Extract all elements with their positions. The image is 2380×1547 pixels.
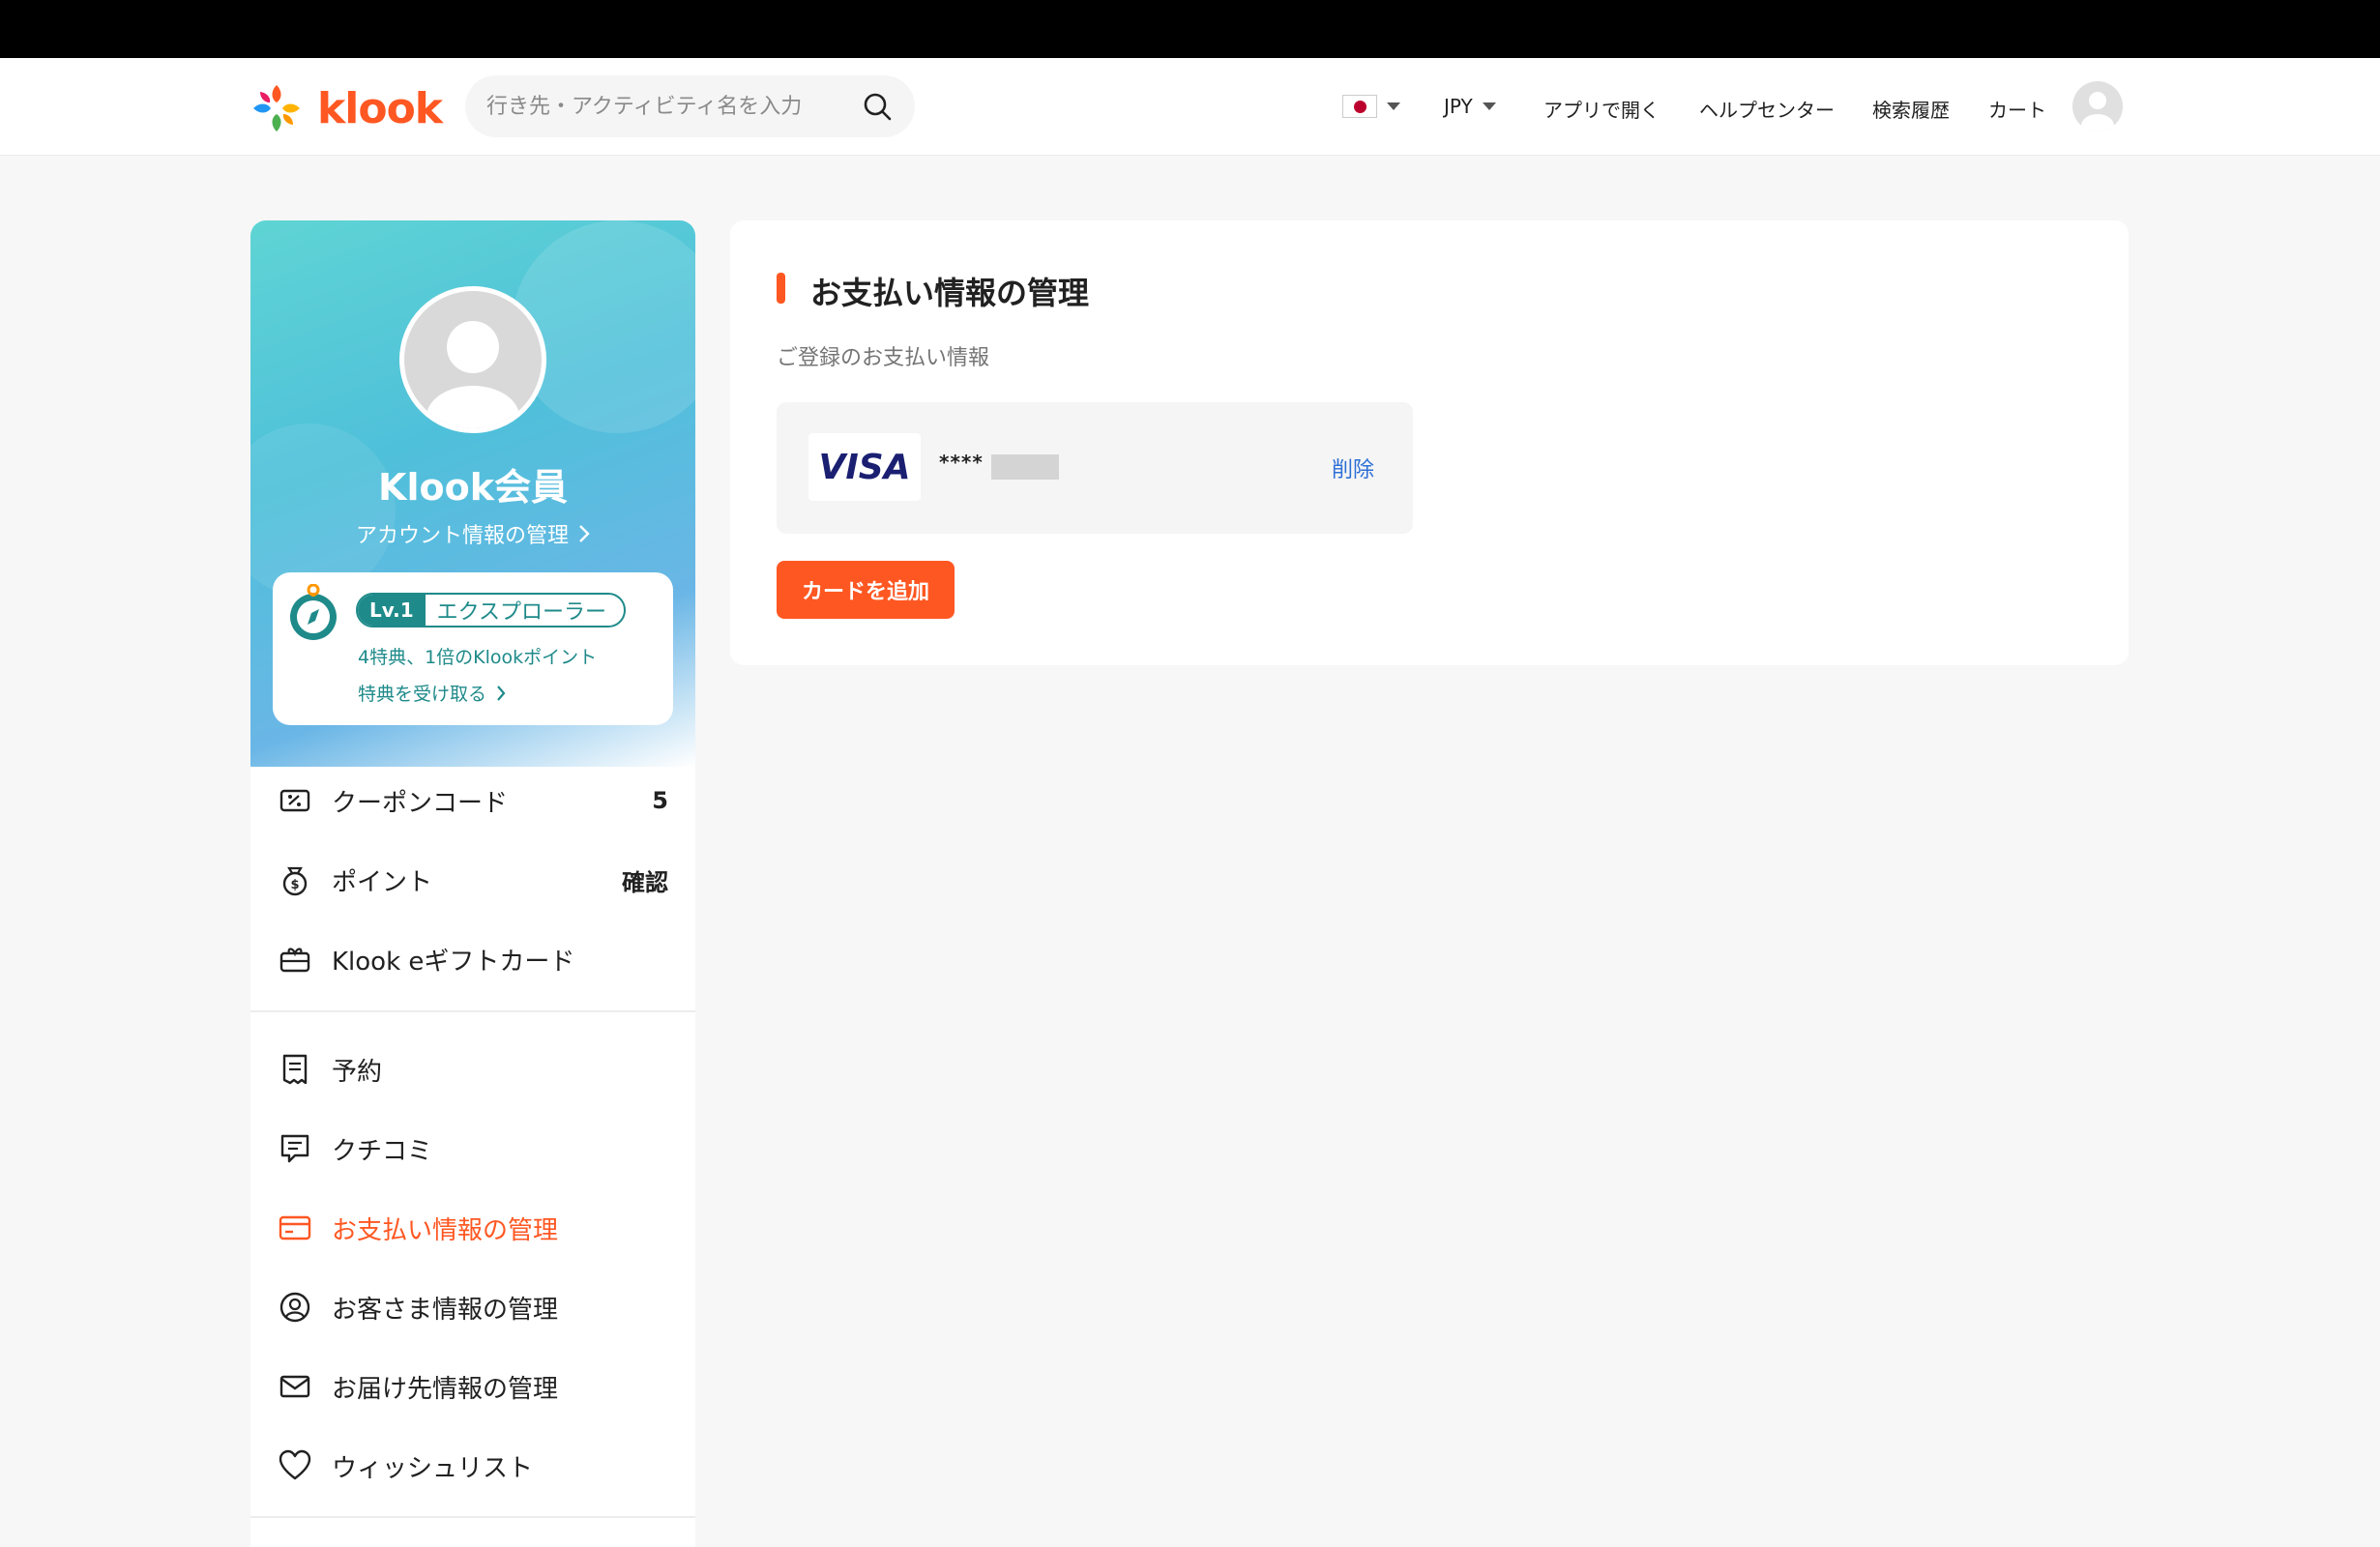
sidebar-item-label: お客さま情報の管理	[332, 1295, 559, 1325]
sidebar-item-label: 予約	[332, 1057, 383, 1087]
profile-avatar[interactable]	[399, 286, 546, 433]
sidebar-item-label: クーポンコード	[332, 788, 509, 818]
user-avatar[interactable]	[2072, 81, 2123, 131]
sidebar-item-delivery-info[interactable]: お届け先情報の管理	[250, 1357, 695, 1416]
visa-brand-text: VISA	[818, 448, 910, 486]
account-sidebar: Klook会員 アカウント情報の管理 Lv.1 エクスプローラー 4特典、1倍の…	[250, 220, 695, 1547]
points-icon: $	[282, 866, 308, 896]
level-pill: Lv.1 エクスプローラー	[356, 593, 627, 628]
gift-card-icon	[279, 948, 310, 973]
site-header: klook JPY アプリで開く ヘルプセンター 検索履歴 カート	[0, 58, 2380, 156]
sidebar-item-customer-info[interactable]: お客さま情報の管理	[250, 1278, 695, 1336]
page-title: お支払い情報の管理	[810, 275, 1090, 311]
sidebar-item-coupon[interactable]: クーポンコード 5	[250, 772, 695, 830]
chevron-right-icon	[579, 525, 590, 542]
visa-logo: VISA	[808, 433, 921, 501]
points-check-link[interactable]: 確認	[622, 863, 668, 897]
cart-link[interactable]: カート	[1988, 95, 2046, 123]
sidebar-item-label: Klook eギフトカード	[332, 947, 575, 977]
sidebar-item-label: ウィッシュリスト	[332, 1453, 534, 1483]
card-number: ****	[939, 451, 984, 474]
search-bar[interactable]	[465, 75, 915, 137]
chevron-right-icon	[497, 685, 506, 701]
title-accent-bar	[777, 273, 785, 304]
search-history-link[interactable]: 検索履歴	[1872, 95, 1950, 123]
user-icon	[279, 1292, 310, 1323]
level-number: Lv.1	[358, 595, 426, 626]
booking-icon	[282, 1054, 308, 1085]
sidebar-item-label: ポイント	[332, 867, 433, 897]
help-center-link[interactable]: ヘルプセンター	[1699, 95, 1835, 123]
chevron-down-icon	[1387, 102, 1400, 110]
add-card-button[interactable]: カードを追加	[777, 561, 955, 619]
level-name: エクスプローラー	[436, 600, 607, 625]
japan-flag-icon	[1342, 95, 1377, 118]
sidebar-item-label: お届け先情報の管理	[332, 1374, 559, 1404]
brand-name: klook	[317, 83, 443, 133]
mail-icon	[279, 1375, 310, 1398]
browser-top-bar	[0, 0, 2380, 58]
coupon-icon	[279, 789, 310, 812]
coupon-count-badge: 5	[652, 787, 668, 814]
profile-avatar-icon	[426, 321, 519, 428]
card-number-mask	[991, 454, 1059, 480]
saved-card-row: VISA **** 削除	[777, 402, 1413, 534]
sidebar-divider	[250, 1010, 695, 1012]
heart-icon	[279, 1449, 311, 1480]
sidebar-divider	[250, 1516, 695, 1518]
payment-card-icon	[279, 1215, 311, 1241]
claim-benefits-label: 特典を受け取る	[358, 684, 487, 705]
payment-info-panel: お支払い情報の管理 ご登録のお支払い情報 VISA **** 削除 カードを追加	[730, 220, 2129, 665]
currency-selector[interactable]: JPY	[1444, 95, 1496, 118]
membership-level-card[interactable]: Lv.1 エクスプローラー 4特典、1倍のKlookポイント 特典を受け取る	[273, 572, 673, 725]
profile-card: Klook会員 アカウント情報の管理 Lv.1 エクスプローラー 4特典、1倍の…	[250, 220, 695, 767]
user-avatar-icon	[2081, 92, 2114, 131]
claim-benefits-link[interactable]: 特典を受け取る	[358, 680, 506, 706]
sidebar-item-gift-card[interactable]: Klook eギフトカード	[250, 930, 695, 988]
sidebar-item-points[interactable]: $ ポイント 確認	[250, 851, 695, 909]
klook-logo-icon	[253, 85, 300, 131]
sidebar-item-bookings[interactable]: 予約	[250, 1040, 695, 1098]
account-info-label: アカウント情報の管理	[355, 524, 569, 548]
delete-card-link[interactable]: 削除	[1332, 452, 1374, 483]
language-selector[interactable]	[1342, 95, 1400, 118]
sidebar-item-wishlist[interactable]: ウィッシュリスト	[250, 1437, 695, 1495]
visa-logo-icon: VISA	[818, 448, 910, 486]
chevron-down-icon	[1482, 102, 1496, 110]
registered-payment-label: ご登録のお支払い情報	[777, 346, 990, 370]
member-name: Klook会員	[378, 466, 568, 509]
compass-badge-icon	[290, 584, 337, 640]
klook-logo[interactable]: klook	[250, 79, 443, 137]
sidebar-item-label: お支払い情報の管理	[332, 1215, 559, 1245]
review-icon	[280, 1134, 309, 1163]
search-input[interactable]	[486, 94, 861, 119]
svg-text:$: $	[290, 878, 299, 892]
sidebar-item-label: クチコミ	[332, 1136, 433, 1166]
account-info-link[interactable]: アカウント情報の管理	[250, 518, 695, 549]
sidebar-item-payment-info[interactable]: お支払い情報の管理	[250, 1199, 695, 1257]
sidebar-item-reviews[interactable]: クチコミ	[250, 1120, 695, 1178]
level-description: 4特典、1倍のKlookポイント	[358, 647, 598, 668]
open-app-link[interactable]: アプリで開く	[1543, 95, 1660, 123]
currency-label: JPY	[1444, 95, 1473, 118]
search-icon[interactable]	[861, 90, 894, 123]
